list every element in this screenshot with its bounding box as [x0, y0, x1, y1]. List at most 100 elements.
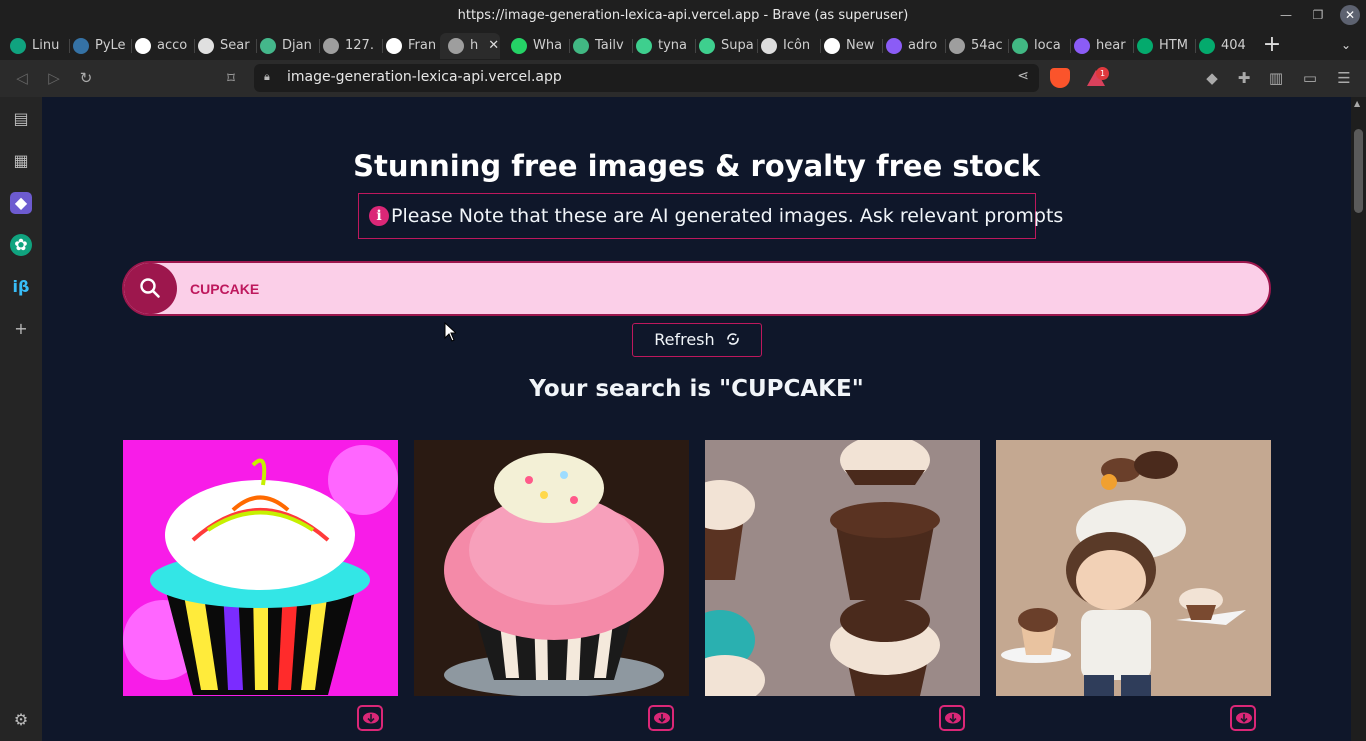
back-icon[interactable]: ◁	[12, 68, 32, 88]
tab-label: adro	[908, 38, 938, 53]
close-tab-icon[interactable]: ✕	[488, 38, 499, 53]
tab-label: Linu	[32, 38, 60, 53]
minimize-icon[interactable]: —	[1276, 5, 1296, 25]
tab-19[interactable]: HTM	[1137, 33, 1193, 59]
reload-icon[interactable]: ↻	[76, 68, 96, 88]
chart-icon	[699, 37, 715, 54]
close-window-icon[interactable]: ✕	[1340, 5, 1360, 25]
tab-5[interactable]: Djan	[260, 33, 316, 59]
tab-2[interactable]: PyLe	[73, 33, 129, 59]
tab-separator	[1195, 39, 1196, 53]
cupcake-pop-art-image	[123, 440, 398, 696]
tab-label: 404	[1221, 38, 1246, 53]
tab-separator	[757, 39, 758, 53]
lexica-app-icon[interactable]: ◆	[10, 192, 32, 214]
vue-icon	[1012, 37, 1028, 54]
cloud-download-icon	[945, 712, 961, 724]
tab-7[interactable]: Fran	[386, 33, 442, 59]
tab-label: Tailv	[595, 38, 624, 53]
page-scrollbar[interactable]: ▲	[1351, 97, 1366, 741]
chatgpt-icon[interactable]: ✿	[10, 234, 32, 256]
tab-separator	[131, 39, 132, 53]
tab-4[interactable]: Sear	[198, 33, 254, 59]
download-button-4[interactable]	[1230, 705, 1256, 731]
share-icon[interactable]: ⋖	[1017, 68, 1029, 84]
info-icon: i	[369, 206, 389, 226]
search-button[interactable]	[124, 263, 177, 314]
ib-app-icon[interactable]: iβ	[10, 276, 32, 298]
tab-separator	[1008, 39, 1009, 53]
tab-label: HTM	[1159, 38, 1188, 53]
lock-icon[interactable]: 🔒︎	[264, 70, 278, 84]
wallet-icon[interactable]: ▭	[1300, 68, 1320, 88]
extensions-puzzle-icon[interactable]: ✚	[1234, 68, 1254, 88]
search-result-heading: Your search is "CUPCAKE"	[529, 376, 864, 402]
download-button-3[interactable]	[939, 705, 965, 731]
globe-icon	[949, 37, 965, 54]
lexica-icon	[886, 37, 902, 54]
tab-separator	[632, 39, 633, 53]
browser-sidebar: ▤ ▦ ◆ ✿ iβ + ⚙	[0, 97, 42, 741]
tab-16[interactable]: 54ac	[949, 33, 1005, 59]
tab-13[interactable]: Icôn	[761, 33, 817, 59]
tab-17[interactable]: loca	[1012, 33, 1068, 59]
tab-label: loca	[1034, 38, 1061, 53]
tab-9[interactable]: Wha	[511, 33, 567, 59]
bookmark-icon[interactable]: ⌑	[221, 68, 241, 88]
download-button-1[interactable]	[357, 705, 383, 731]
tab-label: Wha	[533, 38, 563, 53]
tab-1[interactable]: Linu	[10, 33, 66, 59]
tab-20[interactable]: 404	[1199, 33, 1255, 59]
window-title: https://image-generation-lexica-api.verc…	[457, 8, 909, 23]
tab-separator	[1070, 39, 1071, 53]
scroll-thumb[interactable]	[1354, 129, 1363, 213]
rewards-badge: 1	[1096, 67, 1109, 80]
tab-14[interactable]: New	[824, 33, 880, 59]
forward-icon[interactable]: ▷	[44, 68, 64, 88]
tab-separator	[882, 39, 883, 53]
address-url[interactable]: image-generation-lexica-api.vercel.app	[287, 69, 562, 85]
search-icon	[140, 278, 160, 298]
ai-notice-banner: i Please Note that these are AI generate…	[358, 193, 1063, 239]
tab-list-chevron-icon[interactable]: ⌄	[1336, 31, 1356, 60]
result-image-3[interactable]	[705, 440, 980, 696]
lexica-icon	[1074, 37, 1090, 54]
tab-8[interactable]: h ✕	[440, 33, 500, 59]
tab-separator	[695, 39, 696, 53]
tab-6[interactable]: 127.	[323, 33, 379, 59]
new-tab-button[interactable]: +	[1262, 31, 1282, 60]
tab-label: Supa	[721, 38, 754, 53]
search-input[interactable]	[190, 276, 1250, 302]
refresh-button[interactable]: Refresh	[632, 323, 762, 357]
result-image-2[interactable]	[414, 440, 689, 696]
tab-11[interactable]: tyna	[636, 33, 692, 59]
maximize-icon[interactable]: ❐	[1308, 5, 1328, 25]
reading-list-icon[interactable]: ▦	[10, 150, 32, 172]
sidebar-toggle-icon[interactable]: ▥	[1266, 68, 1286, 88]
tab-12[interactable]: Supa	[699, 33, 755, 59]
tab-15[interactable]: adro	[886, 33, 942, 59]
bookmarks-icon[interactable]: ▤	[10, 108, 32, 130]
refresh-icon	[726, 333, 739, 345]
tab-separator	[319, 39, 320, 53]
address-bar[interactable]: 🔒︎ image-generation-lexica-api.vercel.ap…	[254, 64, 1039, 92]
extension-lexica-icon[interactable]: ◆	[1202, 68, 1222, 88]
mouse-cursor-icon	[444, 322, 456, 342]
scroll-up-icon[interactable]: ▲	[1354, 99, 1360, 108]
download-button-2[interactable]	[648, 705, 674, 731]
brave-shield-icon[interactable]	[1050, 68, 1070, 88]
tab-10[interactable]: Tailv	[573, 33, 629, 59]
cloud-download-icon	[363, 712, 379, 724]
github-icon	[386, 37, 402, 54]
add-sidebar-item-icon[interactable]: +	[10, 318, 32, 340]
page-content: Stunning free images & royalty free stoc…	[42, 97, 1351, 741]
result-image-4[interactable]	[996, 440, 1271, 696]
tab-3[interactable]: acco	[135, 33, 191, 59]
settings-gear-icon[interactable]: ⚙	[10, 709, 32, 731]
menu-icon[interactable]: ☰	[1334, 68, 1354, 88]
tab-separator	[1133, 39, 1134, 53]
tab-18[interactable]: hear	[1074, 33, 1130, 59]
result-image-1[interactable]	[123, 440, 398, 696]
tab-label: New	[846, 38, 875, 53]
tab-label: Djan	[282, 38, 312, 53]
